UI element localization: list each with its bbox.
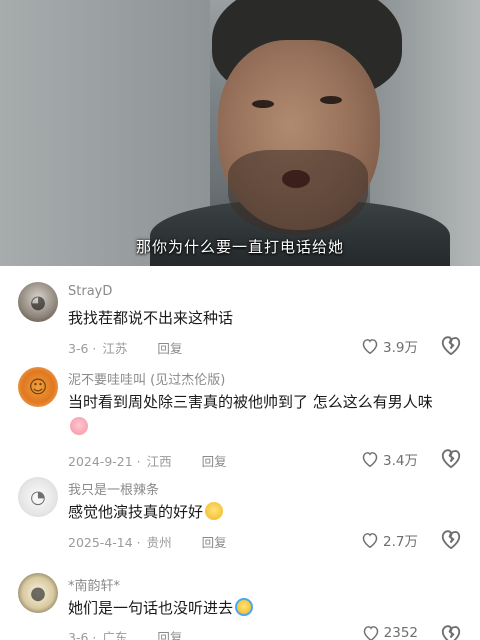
broken-heart-icon[interactable] (440, 623, 462, 640)
video-figure-beard (228, 150, 368, 235)
broken-heart-icon[interactable] (440, 447, 462, 469)
comment-list: ◕ StrayD 我找茬都说不出来这种话 3-6 · 江苏 回复 3.9万 ☺ … (0, 266, 480, 640)
heart-icon (362, 533, 378, 548)
like-button[interactable]: 2352 (362, 625, 418, 640)
reply-button[interactable]: 回复 (157, 341, 182, 356)
video-subtitle: 那你为什么要一直打电话给她 (135, 238, 344, 256)
comment-text-content: 她们是一句话也没听进去 (68, 599, 234, 617)
video-frame[interactable]: 那你为什么要一直打电话给她 (0, 0, 480, 266)
comment-meta: 2024-9-21 · 江西 回复 (68, 454, 227, 469)
like-button[interactable]: 3.9万 (361, 336, 418, 356)
comment-nickname[interactable]: 我只是一根辣条 (68, 479, 159, 498)
comment-location: 贵州 (146, 535, 172, 550)
comment-meta: 2025-4-14 · 贵州 回复 (68, 535, 227, 550)
video-figure-mouth (282, 170, 310, 188)
comment-text: 感觉他演技真的好好 (68, 500, 440, 525)
comment-text: 她们是一句话也没听进去 (68, 596, 440, 621)
broken-heart-icon[interactable] (440, 528, 462, 550)
broken-heart-icon[interactable] (440, 334, 462, 356)
comment-text: 我找茬都说不出来这种话 (68, 309, 234, 327)
avatar[interactable]: ◔ (18, 477, 58, 517)
comment-text: 当时看到周处除三害真的被他帅到了 怎么这么有男人味 (68, 390, 440, 440)
comment-location: 江苏 (102, 341, 128, 356)
comment-date: 3-6 (68, 630, 89, 640)
comment-nickname[interactable]: StrayD (68, 284, 112, 299)
heart-icon (362, 452, 378, 467)
comment-date: 2024-9-21 (68, 454, 133, 469)
pig-face-icon (70, 417, 88, 435)
comment-text-content: 当时看到周处除三害真的被他帅到了 怎么这么有男人味 (68, 393, 433, 411)
comment-date: 3-6 (68, 341, 89, 356)
like-button[interactable]: 2.7万 (361, 530, 418, 550)
comment-meta: 3-6 · 广东 回复 (68, 627, 182, 640)
like-count: 2352 (383, 625, 418, 640)
comment-meta: 3-6 · 江苏 回复 (68, 341, 183, 356)
rolling-laughing-face-icon (235, 598, 254, 616)
reply-button[interactable]: 回复 (157, 630, 182, 640)
like-count: 3.9万 (383, 340, 418, 356)
comment-location: 广东 (102, 630, 128, 640)
like-count: 2.7万 (383, 534, 418, 550)
video-figure-eye (252, 100, 274, 108)
reply-button[interactable]: 回复 (202, 535, 227, 550)
video-figure-eye (320, 96, 342, 104)
comment-text-content: 感觉他演技真的好好 (68, 503, 204, 521)
like-count: 3.4万 (383, 453, 418, 469)
avatar[interactable]: ◕ (18, 282, 58, 322)
comment-location: 江西 (146, 454, 172, 469)
heart-icon (362, 339, 378, 354)
comment-date: 2025-4-14 (68, 535, 133, 550)
avatar[interactable]: ☺ (18, 367, 58, 407)
reply-button[interactable]: 回复 (202, 454, 227, 469)
like-button[interactable]: 3.4万 (361, 449, 418, 469)
heart-icon (363, 626, 378, 640)
comment-nickname[interactable]: *南韵轩* (68, 575, 120, 594)
comment-nickname[interactable]: 泥不要哇哇叫 (见过杰伦版) (68, 369, 225, 388)
avatar[interactable]: ● (18, 573, 58, 613)
pleading-face-icon (205, 502, 224, 520)
